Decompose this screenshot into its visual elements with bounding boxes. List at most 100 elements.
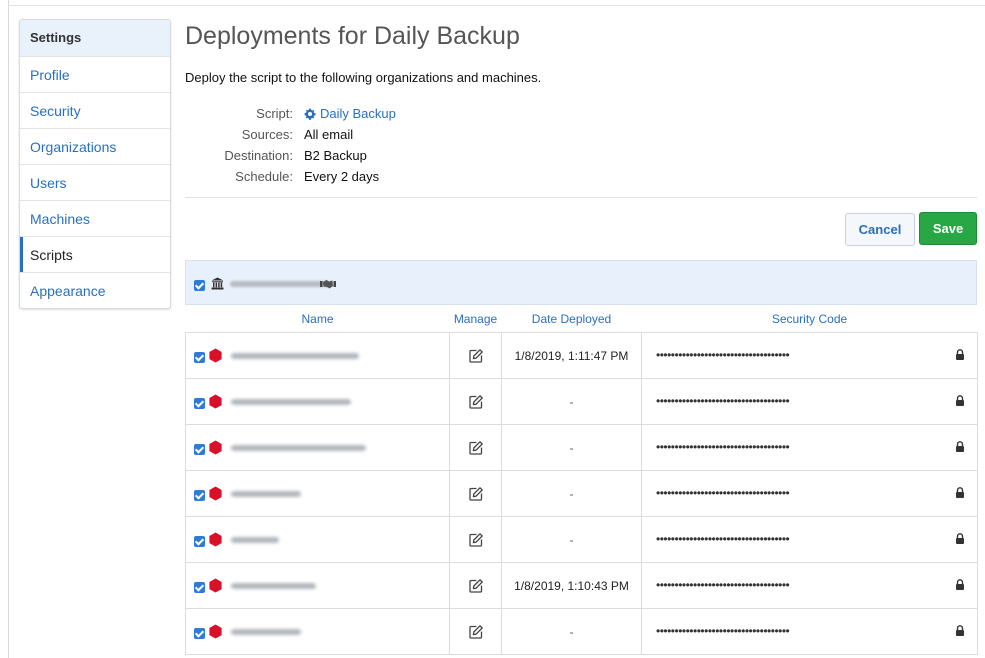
column-name[interactable]: Name <box>186 306 450 333</box>
destination-row: Destination: B2 Backup <box>185 145 396 166</box>
lock-icon[interactable] <box>955 487 965 498</box>
organization-checkbox[interactable] <box>194 280 205 291</box>
manage-cell <box>449 608 502 655</box>
machine-name-redacted <box>231 445 366 451</box>
machine-checkbox[interactable] <box>194 536 205 547</box>
sidebar-item-appearance[interactable]: Appearance <box>20 272 170 308</box>
lock-icon[interactable] <box>955 625 965 636</box>
column-manage[interactable]: Manage <box>450 306 502 333</box>
security-code-masked[interactable]: •••••••••••••••••••••••••••••••••••• <box>656 393 790 409</box>
machine-name-cell <box>185 608 450 655</box>
organization-row <box>185 260 977 305</box>
machine-name-cell <box>185 470 450 517</box>
date-deployed: - <box>569 486 574 501</box>
section-divider <box>185 197 977 198</box>
lock-icon[interactable] <box>955 579 965 590</box>
machine-name-redacted <box>231 629 301 635</box>
machine-hexagon-icon <box>209 394 222 409</box>
machine-checkbox[interactable] <box>194 444 205 455</box>
date-deployed-cell: - <box>501 424 642 471</box>
date-deployed-cell: - <box>501 378 642 425</box>
sources-value: All email <box>304 127 354 142</box>
script-link[interactable]: Daily Backup <box>304 103 396 124</box>
save-button[interactable]: Save <box>919 212 977 245</box>
manage-cell <box>449 378 502 425</box>
security-code-cell: •••••••••••••••••••••••••••••••••••• <box>641 608 978 655</box>
deployment-details: Script: Daily Backup Sources: All email … <box>185 103 396 187</box>
machine-name-cell <box>185 332 450 379</box>
manage-cell <box>449 332 502 379</box>
security-code-cell: •••••••••••••••••••••••••••••••••••• <box>641 562 978 609</box>
edit-icon[interactable] <box>468 532 484 548</box>
organization-name-redacted <box>230 281 330 287</box>
sidebar-item-machines[interactable]: Machines <box>20 200 170 236</box>
machine-name-redacted <box>231 491 301 497</box>
security-code-cell: •••••••••••••••••••••••••••••••••••• <box>641 424 978 471</box>
page-intro: Deploy the script to the following organ… <box>185 70 542 85</box>
sources-label: Sources: <box>241 127 293 142</box>
date-deployed-cell: - <box>501 608 642 655</box>
column-date-deployed[interactable]: Date Deployed <box>502 306 642 333</box>
lock-icon[interactable] <box>955 533 965 544</box>
table-row: - •••••••••••••••••••••••••••••••••••• <box>185 608 978 655</box>
edit-icon[interactable] <box>468 486 484 502</box>
date-deployed-cell: 1/8/2019, 1:11:47 PM <box>501 332 642 379</box>
manage-cell <box>449 562 502 609</box>
security-code-cell: •••••••••••••••••••••••••••••••••••• <box>641 332 978 379</box>
edit-icon[interactable] <box>468 440 484 456</box>
sidebar-item-security[interactable]: Security <box>20 92 170 128</box>
page-title: Deployments for Daily Backup <box>185 22 520 50</box>
security-code-masked[interactable]: •••••••••••••••••••••••••••••••••••• <box>656 623 790 639</box>
security-code-masked[interactable]: •••••••••••••••••••••••••••••••••••• <box>656 347 790 363</box>
table-header: Name Manage Date Deployed Security Code <box>186 306 978 333</box>
edit-icon[interactable] <box>468 348 484 364</box>
machine-checkbox[interactable] <box>194 398 205 409</box>
edit-icon[interactable] <box>468 578 484 594</box>
destination-label: Destination: <box>224 148 293 163</box>
bank-icon <box>211 277 224 290</box>
machine-checkbox[interactable] <box>194 582 205 593</box>
machine-name-redacted <box>231 399 351 405</box>
date-deployed: 1/8/2019, 1:10:43 PM <box>514 578 629 593</box>
table-row: - •••••••••••••••••••••••••••••••••••• <box>185 424 978 471</box>
script-row: Script: Daily Backup <box>185 103 396 124</box>
handshake-icon <box>320 280 336 289</box>
settings-sidebar: Settings Profile Security Organizations … <box>19 19 171 309</box>
script-name: Daily Backup <box>320 106 396 121</box>
table-row: 1/8/2019, 1:10:43 PM ••••••••••••••••••••… <box>185 562 978 609</box>
date-deployed-cell: 1/8/2019, 1:10:43 PM <box>501 562 642 609</box>
gear-icon <box>304 108 316 120</box>
date-deployed: - <box>569 394 574 409</box>
sidebar-item-profile[interactable]: Profile <box>20 56 170 92</box>
security-code-masked[interactable]: •••••••••••••••••••••••••••••••••••• <box>656 439 790 455</box>
sidebar-item-users[interactable]: Users <box>20 164 170 200</box>
lock-icon[interactable] <box>955 441 965 452</box>
manage-cell <box>449 516 502 563</box>
security-code-masked[interactable]: •••••••••••••••••••••••••••••••••••• <box>656 577 790 593</box>
date-deployed: - <box>569 624 574 639</box>
machine-hexagon-icon <box>209 486 222 501</box>
sidebar-item-organizations[interactable]: Organizations <box>20 128 170 164</box>
security-code-masked[interactable]: •••••••••••••••••••••••••••••••••••• <box>656 531 790 547</box>
table-row: - •••••••••••••••••••••••••••••••••••• <box>185 378 978 425</box>
table-row: - •••••••••••••••••••••••••••••••••••• <box>185 516 978 563</box>
table-row: - •••••••••••••••••••••••••••••••••••• <box>185 470 978 517</box>
lock-icon[interactable] <box>955 395 965 406</box>
security-code-masked[interactable]: •••••••••••••••••••••••••••••••••••• <box>656 485 790 501</box>
machine-checkbox[interactable] <box>194 352 205 363</box>
machine-name-redacted <box>231 583 316 589</box>
machine-checkbox[interactable] <box>194 628 205 639</box>
security-code-cell: •••••••••••••••••••••••••••••••••••• <box>641 378 978 425</box>
sidebar-item-scripts[interactable]: Scripts <box>20 236 170 272</box>
machine-checkbox[interactable] <box>194 490 205 501</box>
column-security-code[interactable]: Security Code <box>642 306 978 333</box>
schedule-label: Schedule: <box>235 169 293 184</box>
machine-name-redacted <box>231 537 279 543</box>
edit-icon[interactable] <box>468 394 484 410</box>
machine-name-cell <box>185 562 450 609</box>
cancel-button[interactable]: Cancel <box>845 213 915 246</box>
edit-icon[interactable] <box>468 624 484 640</box>
lock-icon[interactable] <box>955 349 965 360</box>
schedule-value: Every 2 days <box>304 169 380 184</box>
machine-hexagon-icon <box>209 348 222 363</box>
